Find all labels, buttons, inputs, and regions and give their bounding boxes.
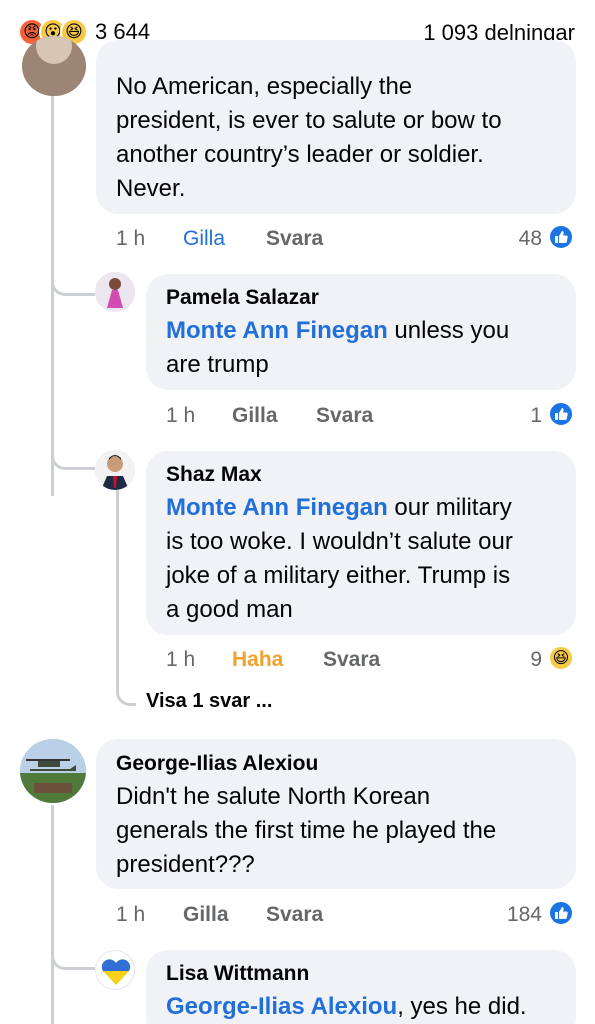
like-reaction-icon <box>548 224 574 250</box>
mention-link[interactable]: George-Ilias Alexiou <box>166 993 397 1020</box>
reaction-count[interactable]: 1 <box>500 404 542 428</box>
comment-time: 1 h <box>166 404 196 427</box>
reply-button[interactable]: Svara <box>323 648 380 672</box>
comment-text-line: joke of a military either. Trump is <box>166 562 511 589</box>
reply-button[interactable]: Svara <box>266 227 323 251</box>
commenter-name[interactable]: Shaz Max <box>166 463 262 487</box>
comment-text: , yes he did. <box>397 993 527 1020</box>
comment-time: 1 h <box>116 227 146 250</box>
haha-button[interactable]: Haha <box>232 648 283 672</box>
thread-line <box>51 805 54 1024</box>
thread-connector <box>51 940 95 970</box>
like-button[interactable]: Gilla <box>183 227 225 251</box>
commenter-name[interactable]: George-Ilias Alexiou <box>116 752 318 776</box>
avatar[interactable] <box>22 36 86 96</box>
comment-text-line: president, is ever to salute or bow to <box>116 107 502 134</box>
avatar[interactable] <box>20 739 86 803</box>
thread-connector <box>116 660 136 706</box>
avatar[interactable] <box>95 272 135 312</box>
avatar[interactable] <box>95 450 135 490</box>
comment-text-line: No American, especially the <box>116 73 413 100</box>
thread-connector <box>51 270 95 296</box>
comment-text-line: are trump <box>166 351 269 378</box>
haha-reaction-icon: 😆 <box>548 645 574 671</box>
reaction-count[interactable]: 184 <box>480 903 542 927</box>
comment-text-line: George-Ilias Alexiou, yes he did. <box>166 990 527 1024</box>
view-more-replies[interactable]: Visa 1 svar ... <box>146 690 272 713</box>
mention-link[interactable]: Monte Ann Finegan <box>166 317 388 344</box>
like-button[interactable]: Gilla <box>232 404 278 428</box>
comment-text-line: Monte Ann Finegan our military <box>166 491 512 525</box>
reply-button[interactable]: Svara <box>316 404 373 428</box>
comment-time: 1 h <box>116 903 146 926</box>
comment-text-line: another country’s leader or soldier. <box>116 141 484 168</box>
comment-text-line: Didn't he salute North Korean <box>116 783 431 810</box>
comment-text-line: a good man <box>166 596 293 623</box>
comment-text-line: is too woke. I wouldn’t salute our <box>166 528 513 555</box>
thread-connector <box>51 440 95 470</box>
comment-time: 1 h <box>166 648 196 671</box>
comment-text-line: generals the first time he played the <box>116 817 497 844</box>
comment-text-line: Monte Ann Finegan unless you <box>166 314 509 348</box>
reply-button[interactable]: Svara <box>266 903 323 927</box>
like-button[interactable]: Gilla <box>183 903 229 927</box>
thread-line <box>51 96 54 496</box>
comment-text-line: Never. <box>116 175 186 202</box>
avatar[interactable] <box>95 950 135 990</box>
like-reaction-icon <box>548 401 574 427</box>
thread-line <box>116 490 119 670</box>
reaction-count[interactable]: 48 <box>490 227 542 251</box>
comment-text-line: president??? <box>116 851 255 878</box>
commenter-name[interactable]: Pamela Salazar <box>166 286 319 310</box>
like-reaction-icon <box>548 900 574 926</box>
comment-text: unless you <box>387 317 510 344</box>
reaction-count[interactable]: 9 <box>500 648 542 672</box>
mention-link[interactable]: Monte Ann Finegan <box>166 494 388 521</box>
comment-text: our military <box>387 494 512 521</box>
commenter-name[interactable]: Lisa Wittmann <box>166 962 309 986</box>
